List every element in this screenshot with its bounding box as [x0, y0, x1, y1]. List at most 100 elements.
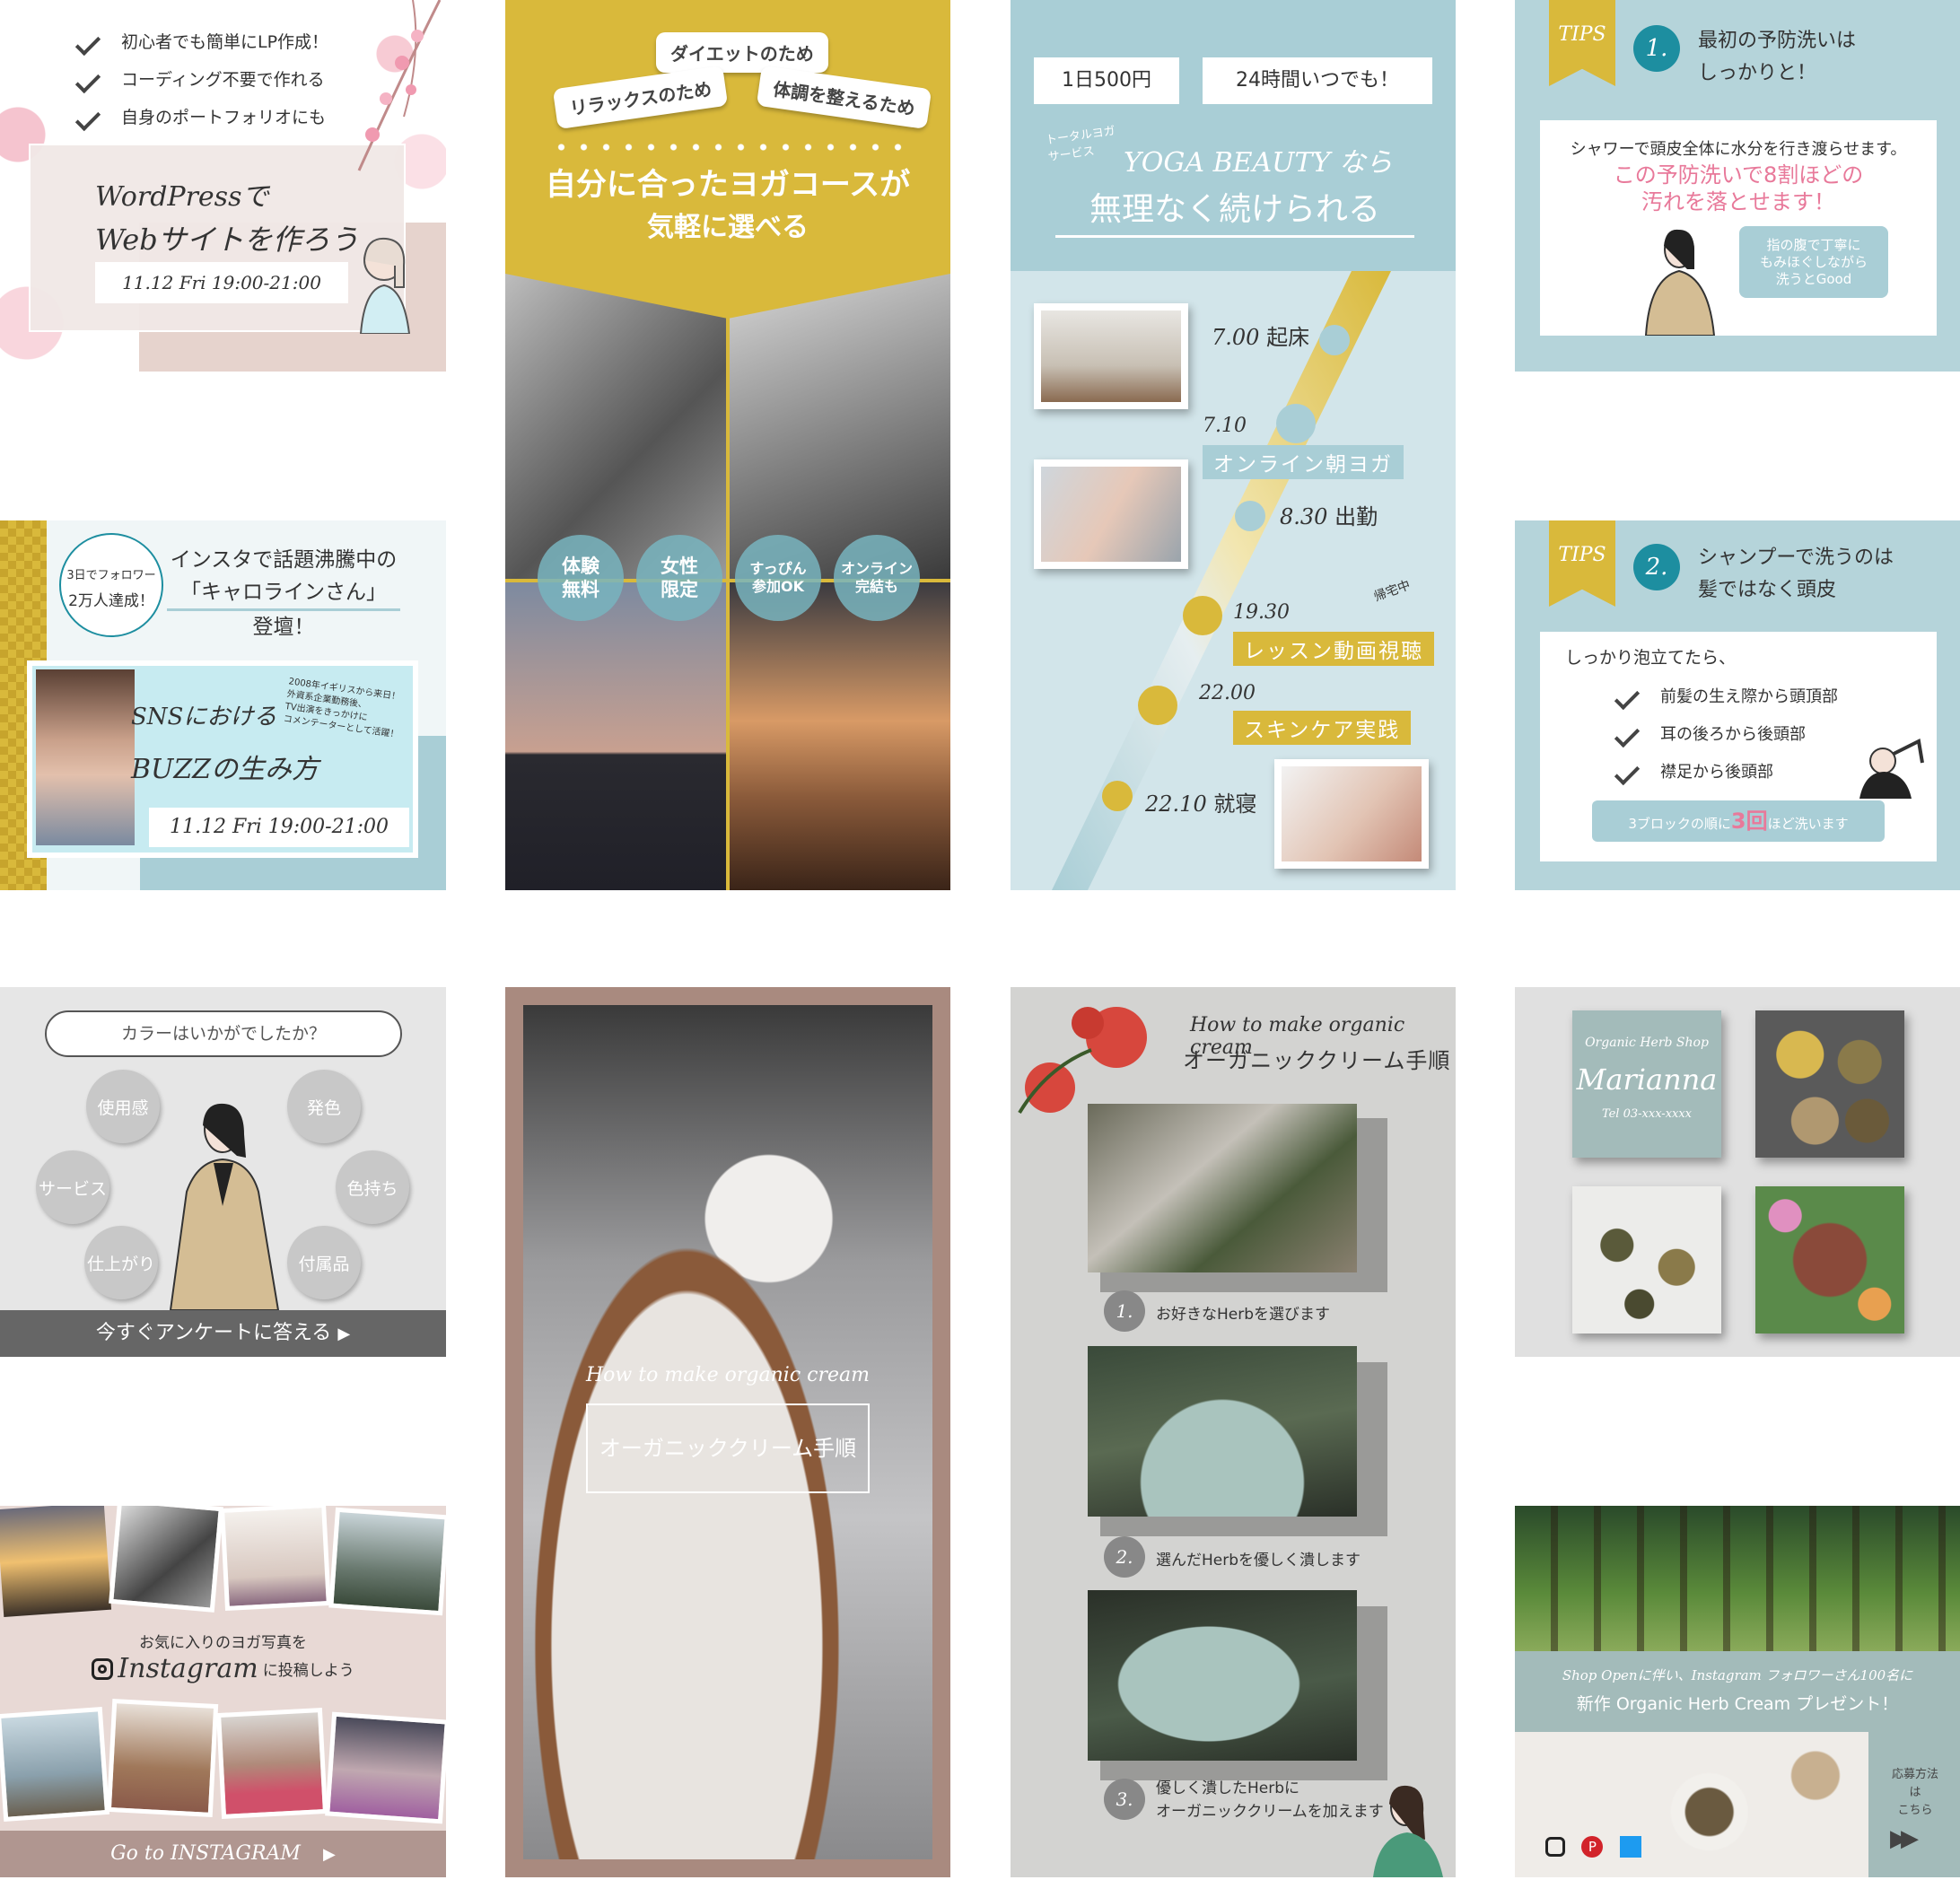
survey-option[interactable]: サービス — [36, 1150, 109, 1224]
yoga-photo — [215, 1707, 328, 1820]
reason-bubble: ダイエットのため — [656, 32, 828, 73]
event-date: 11.12 Fri 19:00-21:00 — [149, 808, 409, 847]
play-icon: ▶ — [323, 1845, 336, 1864]
reason-bubble: リラックスのため — [552, 65, 729, 130]
survey-banner[interactable]: カラーはいかがでしたか？ 使用感 発色 サービス 色持ち 仕上がり 付属品 今す… — [0, 987, 446, 1357]
pinterest-icon[interactable]: P — [1581, 1835, 1604, 1858]
step-photo — [1088, 1104, 1357, 1272]
schedule-time: 7.10 — [1203, 415, 1247, 437]
tips-card-2[interactable]: TIPS 2. シャンプーで洗うのは 髪ではなく頭皮 しっかり泡立てたら、 前髪… — [1515, 520, 1960, 890]
schedule-item: 7.00 起床 — [1212, 325, 1310, 350]
yoga-course-banner[interactable]: ダイエットのため リラックスのため 体調を整えるため 自分に合ったヨガコースが … — [505, 0, 950, 890]
step-number: 2. — [1633, 544, 1680, 590]
tips-content: シャワーで頭皮全体に水分を行き渡らせます。 この予防洗いで8割ほどの 汚れを落と… — [1540, 120, 1937, 336]
schedule-tag: スキンケア実践 — [1233, 711, 1412, 745]
cover-title-jp: オーガニッククリーム手順 — [586, 1403, 870, 1493]
tips-body: シャワーで頭皮全体に水分を行き渡らせます。 — [1570, 140, 1907, 159]
speaker-bio: 2008年イギリスから来日！ 外資系企業勤務後、 TV出演をきっかけに コメンテ… — [283, 677, 401, 740]
check-list: 初心者でも簡単にLP作成！ コーディング不要で作れる 自身のポートフォリオにも — [74, 23, 328, 136]
talk-title-1: SNSにおける — [131, 704, 277, 730]
meditation-photo — [1034, 303, 1188, 409]
follower-badge: 3日でフォロワー 2万人達成！ — [59, 533, 163, 637]
steps-title-jp: オーガニッククリーム手順 — [1183, 1048, 1451, 1073]
carolyn-banner[interactable]: 3日でフォロワー 2万人達成！ インスタで話題沸騰中の 「キャロラインさん」 登… — [0, 520, 446, 890]
phone-photo — [1034, 459, 1188, 569]
insta-line-2: Instagram に投稿しよう — [0, 1653, 446, 1684]
cream-cover[interactable]: How to make organic cream オーガニッククリーム手順 — [505, 987, 950, 1877]
brand-line: YOGA BEAUTY なら — [1124, 147, 1393, 179]
schedule-tag: オンライン朝ヨガ — [1203, 445, 1404, 479]
woman-illustration — [169, 1103, 280, 1310]
yoga-photo — [730, 274, 950, 579]
event-date: 11.12 Fri 19:00-21:00 — [95, 262, 348, 303]
step-photo — [1088, 1346, 1357, 1517]
title-line-1: WordPressで — [95, 181, 269, 213]
schedule-tag: レッスン動画視聴 — [1233, 632, 1434, 666]
herb-campaign-banner[interactable]: Shop Openに伴い、Instagram フォロワーさん100名に 新作 O… — [1515, 1506, 1960, 1877]
price-box: 1日500円 — [1034, 57, 1179, 104]
yoga-photo — [0, 1707, 110, 1822]
schedule-item: 22.10 就寝 — [1145, 791, 1257, 817]
campaign-line-1: Shop Openに伴い、Instagram フォロワーさん100名に — [1562, 1667, 1913, 1683]
check-icon — [74, 30, 101, 56]
herb-shop-card[interactable]: Organic Herb Shop Marianna Tel 03-xxx-xx… — [1515, 987, 1960, 1357]
check-icon — [74, 105, 101, 131]
forest-photo — [1515, 1506, 1960, 1651]
next-icon[interactable]: ▶▶ — [1890, 1825, 1919, 1852]
timeline-dot — [1276, 404, 1316, 443]
check-icon — [1614, 759, 1641, 786]
instagram-icon[interactable] — [1545, 1836, 1565, 1857]
instagram-yoga-banner[interactable]: お気に入りのヨガ写真を Instagram に投稿しよう Go to INSTA… — [0, 1506, 446, 1877]
washing-hair-illustration — [1859, 739, 1924, 799]
yoga-photo — [505, 274, 726, 579]
yoga-photo — [106, 1698, 219, 1818]
step-number: 1. — [1633, 25, 1680, 72]
herb-photo — [1755, 1010, 1904, 1158]
tips-content: しっかり泡立てたら、 前髪の生え際から頭頂部 耳の後ろから後頭部 襟足から後頭部… — [1540, 632, 1937, 861]
survey-option[interactable]: 色持ち — [336, 1150, 409, 1224]
tips-lead: しっかり泡立てたら、 — [1565, 648, 1737, 668]
tagline: 無理なく続けられる — [1055, 183, 1414, 238]
bottom-note: 3ブロックの順に3回ほど洗います — [1592, 800, 1885, 842]
check-icon — [1614, 684, 1641, 711]
feature-circle: 体験 無料 — [538, 535, 624, 621]
check-icon — [74, 67, 101, 93]
headline-line-1: 自分に合ったヨガコースが — [545, 167, 911, 203]
survey-cta-button[interactable]: 今すぐアンケートに答える ▶ — [0, 1310, 446, 1357]
check-icon — [1614, 721, 1641, 748]
tips-highlight: この予防洗いで8割ほどの 汚れを落とせます！ — [1613, 162, 1864, 214]
woman-illustration — [359, 237, 411, 334]
feature-circle: オンライン 完結も — [834, 535, 920, 621]
check-item: 自身のポートフォリオにも — [74, 99, 328, 136]
cream-steps[interactable]: How to make organic cream オーガニッククリーム手順 1… — [1011, 987, 1456, 1877]
schedule-item: 8.30 出勤 — [1280, 504, 1378, 529]
schedule-time: 19.30 — [1233, 601, 1290, 624]
survey-option[interactable]: 使用感 — [86, 1070, 160, 1143]
timeline-dot — [1183, 596, 1222, 635]
timeline-dot — [1235, 501, 1265, 531]
twitter-icon[interactable] — [1619, 1835, 1641, 1858]
timeline-dot — [1319, 325, 1350, 355]
survey-option[interactable]: 付属品 — [287, 1226, 361, 1299]
wordpress-banner[interactable]: 初心者でも簡単にLP作成！ コーディング不要で作れる 自身のポートフォリオにも … — [0, 0, 446, 372]
headline: インスタで話題沸騰中の 「キャロラインさん」 登壇！ — [167, 544, 400, 643]
step-number: 3. — [1104, 1779, 1145, 1820]
anytime-box: 24時間いつでも！ — [1203, 57, 1432, 104]
campaign-line-2: 新作 Organic Herb Cream プレゼント！ — [1576, 1694, 1899, 1714]
tips-card-1[interactable]: TIPS 1. 最初の予防洗いは しっかりと！ シャワーで頭皮全体に水分を行き渡… — [1515, 0, 1960, 372]
yoga-photo — [109, 1506, 223, 1613]
survey-option[interactable]: 発色 — [287, 1070, 361, 1143]
yoga-photo — [328, 1507, 446, 1616]
tips-ribbon: TIPS — [1549, 520, 1615, 607]
yoga-photo — [505, 582, 726, 890]
yoga-beauty-timeline[interactable]: 1日500円 24時間いつでも！ トータルヨガ サービス YOGA BEAUTY… — [1011, 0, 1456, 890]
woman-illustration — [1644, 229, 1716, 336]
survey-option[interactable]: 仕上がり — [84, 1226, 158, 1299]
yoga-photo — [220, 1506, 331, 1612]
instagram-cta-button[interactable]: Go to INSTAGRAM ▶ — [0, 1831, 446, 1877]
title-line-2: Webサイトを作ろう — [95, 223, 359, 257]
talk-title-2: BUZZの生み方 — [131, 754, 319, 785]
play-icon: ▶ — [337, 1325, 351, 1343]
step-text: 選んだHerbを優しく潰します — [1156, 1552, 1361, 1570]
check-item: 初心者でも簡単にLP作成！ — [74, 23, 328, 61]
